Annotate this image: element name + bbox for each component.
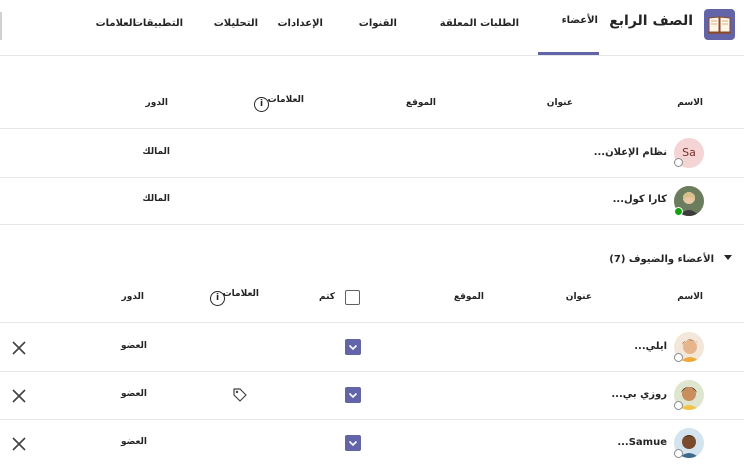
tags-info-icon[interactable]: i [254, 97, 269, 112]
section-title[interactable]: الأعضاء والضيوف (7) [609, 254, 714, 265]
member-name[interactable]: Samue... [617, 437, 667, 448]
book-icon [708, 16, 731, 34]
col-header-location: الموقع [453, 292, 484, 302]
team-icon-tile [704, 9, 735, 40]
member-name[interactable]: روزي بي... [611, 389, 667, 400]
remove-member-close-icon[interactable] [12, 436, 26, 451]
status-available-icon [674, 207, 683, 216]
col-header-tags: العلامات [222, 289, 259, 299]
tab-members[interactable]: الأعضاء [562, 15, 598, 26]
status-offline-icon [674, 353, 683, 362]
col-header-name: الاسم [677, 98, 703, 108]
col-header-tags: العلامات [267, 95, 304, 105]
col-header-title: عنوان [546, 98, 573, 108]
tab-pending-requests[interactable]: الطلبات المعلقة [440, 18, 519, 29]
status-offline-icon [674, 401, 683, 410]
row-divider [0, 419, 744, 420]
tab-tags[interactable]: العلامات [96, 18, 136, 29]
team-name: الصف الرابع [609, 13, 693, 29]
member-role: المالك [142, 147, 170, 157]
member-name[interactable]: نظام الإعلان... [594, 147, 667, 158]
tab-channels[interactable]: القنوات [359, 18, 397, 29]
left-divider [0, 12, 2, 40]
member-name[interactable]: ايلي... [634, 341, 667, 352]
member-role[interactable]: العضو [121, 437, 147, 447]
col-header-name: الاسم [677, 292, 703, 302]
col-header-mute: كتم [319, 292, 335, 302]
row-divider [0, 128, 744, 129]
remove-member-close-icon[interactable] [12, 340, 26, 355]
row-divider [0, 224, 744, 225]
member-role: المالك [142, 194, 170, 204]
row-divider [0, 177, 744, 178]
tab-settings[interactable]: الإعدادات [277, 18, 323, 29]
col-header-location: الموقع [405, 98, 436, 108]
header-divider [0, 55, 744, 56]
col-header-title: عنوان [565, 292, 592, 302]
row-divider [0, 371, 744, 372]
tags-info-icon[interactable]: i [210, 291, 225, 306]
member-role[interactable]: العضو [121, 389, 147, 399]
collapse-chevron-icon[interactable] [724, 255, 732, 260]
tab-apps[interactable]: التطبيقات [133, 18, 183, 29]
row-divider [0, 322, 744, 323]
col-header-role: الدور [121, 292, 144, 302]
status-offline-icon [674, 158, 683, 167]
member-role[interactable]: العضو [121, 341, 147, 351]
mute-checkbox[interactable] [345, 339, 361, 355]
tab-analytics[interactable]: التحليلات [214, 18, 258, 29]
status-offline-icon [674, 449, 683, 458]
mute-checkbox[interactable] [345, 387, 361, 403]
member-name[interactable]: كارا كول... [613, 194, 667, 205]
mute-all-checkbox[interactable] [345, 290, 360, 305]
remove-member-close-icon[interactable] [12, 388, 26, 403]
col-header-role: الدور [145, 98, 168, 108]
tag-icon[interactable] [232, 387, 248, 403]
mute-checkbox[interactable] [345, 435, 361, 451]
